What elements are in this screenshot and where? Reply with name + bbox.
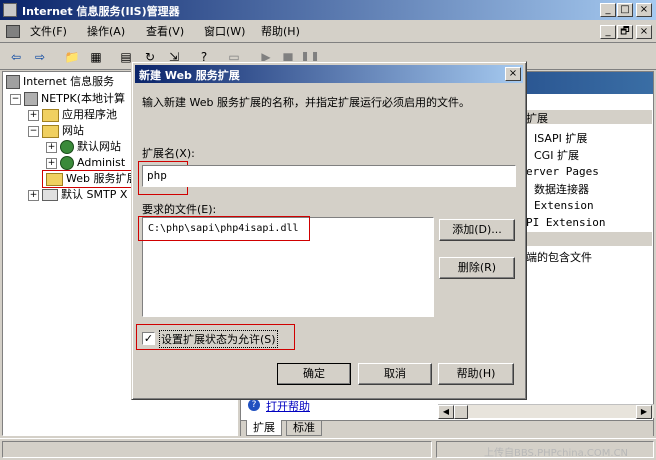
required-file-item[interactable]: C:\php\sapi\php4isapi.dll <box>148 223 299 234</box>
smtp-icon <box>42 189 58 201</box>
globe-icon <box>60 156 74 170</box>
dialog-instruction: 输入新建 Web 服务扩展的名称，并指定扩展运行必须启用的文件。 <box>142 96 470 109</box>
ext-name-input[interactable]: php <box>142 165 516 187</box>
menu-view[interactable]: 查看(V) <box>146 23 184 41</box>
tree-item-server[interactable]: − NETPK(本地计算 <box>10 91 125 107</box>
mmc-icon[interactable] <box>6 25 20 38</box>
scroll-left-icon[interactable]: ◀ <box>438 405 454 419</box>
tree-item-websites[interactable]: − 网站 <box>28 123 84 139</box>
allow-checkbox[interactable]: ✓ <box>142 332 155 345</box>
tree-item-app-pools[interactable]: + 应用程序池 <box>28 107 117 123</box>
collapse-icon[interactable]: − <box>28 125 39 137</box>
expand-icon[interactable]: + <box>46 157 57 169</box>
dialog-title-bar: 新建 Web 服务扩展 × <box>135 65 523 83</box>
menu-window[interactable]: 窗口(W) <box>204 23 245 41</box>
folder-icon <box>42 124 59 138</box>
ext-name-value: php <box>147 169 167 182</box>
tree-item-web-service-ext[interactable]: Web 服务扩展 <box>42 170 141 188</box>
add-file-button[interactable]: 添加(D)... <box>439 219 515 241</box>
minimize-button[interactable]: _ <box>600 3 616 17</box>
ext-name-label: 扩展名(X): <box>142 147 195 160</box>
ext-item[interactable]: Extension <box>534 199 594 212</box>
tree-item-smtp[interactable]: + 默认 SMTP X <box>28 187 127 203</box>
iis-app-icon <box>3 3 17 17</box>
folder-icon <box>42 108 59 122</box>
menu-help[interactable]: 帮助(H) <box>261 23 300 41</box>
remove-file-button[interactable]: 删除(R) <box>439 257 515 279</box>
ext-item[interactable]: ISAPI 扩展 <box>534 130 587 146</box>
expand-icon[interactable]: + <box>28 109 39 121</box>
forward-icon[interactable]: ⇨ <box>30 48 50 66</box>
server-icon <box>24 92 38 106</box>
tab-extended[interactable]: 扩展 <box>246 420 282 436</box>
up-folder-icon[interactable]: 📁 <box>62 48 82 66</box>
tree-item-admin-site[interactable]: + Administ <box>46 155 125 171</box>
mdi-minimize-button[interactable]: _ <box>600 25 616 39</box>
expand-icon[interactable]: + <box>46 141 57 153</box>
back-icon[interactable]: ⇦ <box>6 48 26 66</box>
ext-item[interactable]: 数据连接器 <box>534 181 589 197</box>
main-title-bar: Internet 信息服务(IIS)管理器 _ □ × <box>0 0 656 20</box>
right-pane-section <box>524 232 652 246</box>
scroll-right-icon[interactable]: ▶ <box>636 405 652 419</box>
section-text: 端的包含文件 <box>526 251 592 264</box>
help-button[interactable]: 帮助(H) <box>438 363 514 385</box>
dialog-close-button[interactable]: × <box>505 67 521 81</box>
main-title: Internet 信息服务(IIS)管理器 <box>22 5 180 18</box>
allow-checkbox-label[interactable]: 设置扩展状态为允许(S) <box>159 330 278 348</box>
collapse-icon[interactable]: − <box>10 93 21 105</box>
show-tree-icon[interactable]: ▦ <box>86 48 106 66</box>
mdi-close-button[interactable]: × <box>636 25 652 39</box>
scroll-thumb[interactable] <box>454 405 468 419</box>
ext-item[interactable]: erver Pages <box>526 165 599 178</box>
folder-icon <box>46 172 63 186</box>
dialog-title: 新建 Web 服务扩展 <box>139 69 240 82</box>
required-files-label: 要求的文件(E): <box>142 203 217 216</box>
expand-icon[interactable]: + <box>28 189 39 201</box>
status-panel <box>2 441 432 458</box>
new-web-service-extension-dialog: 新建 Web 服务扩展 × 输入新建 Web 服务扩展的名称，并指定扩展运行必须… <box>131 61 527 400</box>
ok-button[interactable]: 确定 <box>277 363 351 385</box>
maximize-button[interactable]: □ <box>617 3 633 17</box>
mdi-restore-button[interactable]: 🗗 <box>617 25 633 39</box>
watermark-text: 上传自BBS.PHPchina.COM.CN <box>484 448 629 459</box>
close-button[interactable]: × <box>636 3 652 17</box>
help-link-icon: ? <box>248 399 260 411</box>
cancel-button[interactable]: 取消 <box>358 363 432 385</box>
globe-icon <box>60 140 74 154</box>
right-pane-header-label: 扩展 <box>526 112 548 125</box>
tab-standard[interactable]: 标准 <box>286 420 322 436</box>
ext-item[interactable]: PI Extension <box>526 216 605 229</box>
tree-item-iis-root[interactable]: Internet 信息服务 <box>6 74 114 90</box>
open-help-link[interactable]: 打开帮助 <box>266 398 310 414</box>
menu-file[interactable]: 文件(F) <box>30 23 67 41</box>
horizontal-scrollbar[interactable]: ◀ ▶ <box>438 404 654 419</box>
tree-item-default-site[interactable]: + 默认网站 <box>46 139 121 155</box>
ext-item[interactable]: CGI 扩展 <box>534 147 579 163</box>
iis-root-icon <box>6 75 20 89</box>
menu-action[interactable]: 操作(A) <box>87 23 125 41</box>
status-bar: 上传自BBS.PHPchina.COM.CN <box>0 438 656 460</box>
